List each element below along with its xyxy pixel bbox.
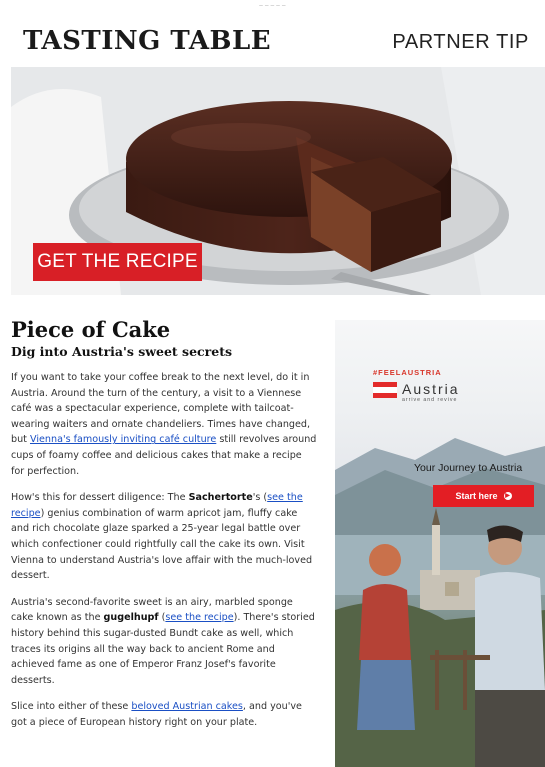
vienna-cafe-culture-link[interactable]: Vienna's famously inviting café culture	[30, 434, 216, 445]
journey-heading: Your Journey to Austria	[414, 462, 523, 474]
austrian-cakes-link[interactable]: beloved Austrian cakes	[131, 701, 243, 712]
p2-text-a: How's this for dessert diligence: The	[11, 492, 189, 504]
austria-tourism-ad[interactable]: #FEELAUSTRIA Austria arrive and revive Y…	[335, 320, 545, 767]
austria-brand: Austria	[402, 381, 460, 397]
tasting-table-logo[interactable]: TASTING TABLE	[23, 26, 271, 56]
article-body: Piece of Cake Dig into Austria's sweet s…	[11, 318, 317, 730]
article-subtitle: Dig into Austria's sweet secrets	[11, 344, 233, 359]
start-here-button[interactable]: Start here ▶	[433, 485, 534, 507]
austria-tagline: arrive and revive	[402, 397, 458, 403]
hero-image[interactable]: GET THE RECIPE	[11, 67, 545, 295]
p2-text-b: 's (	[252, 492, 268, 504]
austrian-flag-icon	[373, 382, 397, 398]
p4-text-a: Slice into either of these	[11, 701, 132, 713]
start-here-label: Start here	[455, 491, 498, 501]
gugelhupf-bold: gugelhupf	[103, 612, 159, 624]
paragraph-1: If you want to take your coffee break to…	[11, 370, 317, 479]
arrow-circle-icon: ▶	[503, 492, 512, 500]
feel-austria-hashtag: #FEELAUSTRIA	[373, 368, 442, 377]
article-title: Piece of Cake	[11, 317, 171, 342]
get-the-recipe-button[interactable]: GET THE RECIPE	[33, 243, 202, 281]
p2-text-c: ) genius combination of warm apricot jam…	[11, 507, 313, 582]
email-header: TASTING TABLE PARTNER TIP	[0, 22, 545, 64]
preheader-text: — — — — —	[259, 3, 286, 8]
paragraph-2: How's this for dessert diligence: The Sa…	[11, 490, 317, 584]
partner-tip-label: PARTNER TIP	[392, 31, 529, 53]
sachertorte-bold: Sachertorte	[188, 492, 253, 504]
paragraph-4: Slice into either of these beloved Austr…	[11, 699, 317, 730]
p3-text-c: ). There's storied history behind this s…	[11, 612, 315, 686]
paragraph-3: Austria's second-favorite sweet is an ai…	[11, 595, 317, 689]
gugelhupf-recipe-link[interactable]: see the recipe	[165, 612, 233, 623]
